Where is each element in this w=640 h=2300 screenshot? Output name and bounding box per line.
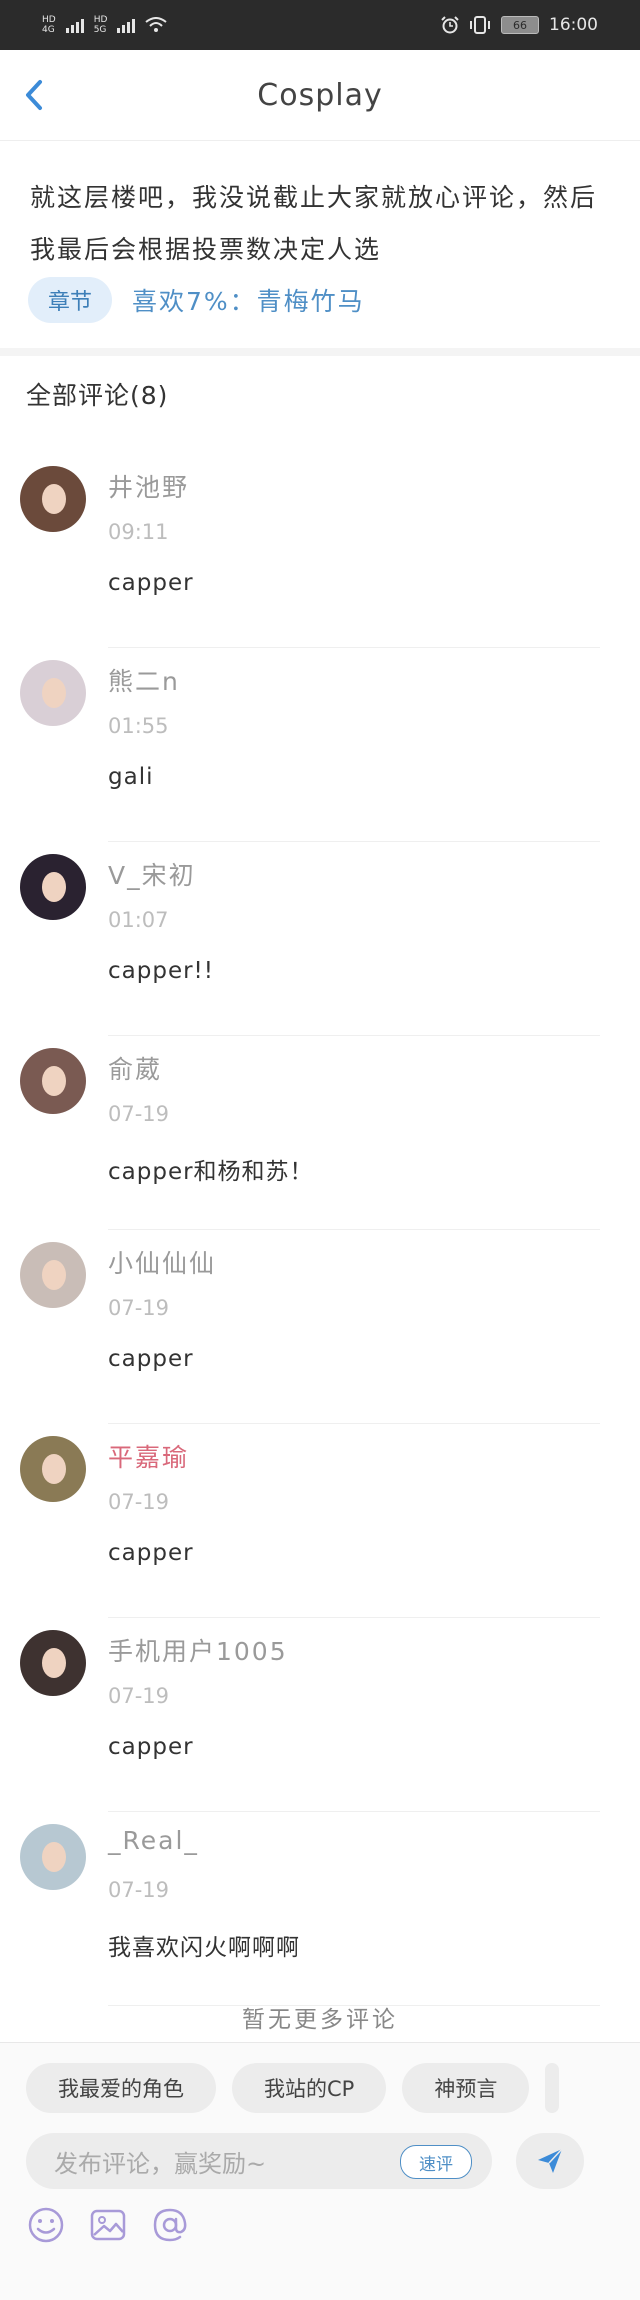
avatar-face (42, 872, 66, 902)
comments-header: 全部评论(8) (26, 381, 169, 410)
comment-username[interactable]: 小仙仙仙 (108, 1244, 216, 1280)
comment-content: capper和杨和苏！ (108, 1159, 314, 1185)
avatar-face (42, 1842, 66, 1872)
signal-icon (65, 17, 84, 33)
avatar-face (42, 678, 66, 708)
image-icon[interactable] (88, 2205, 128, 2245)
battery-icon: 66 (501, 16, 539, 34)
chapter-tag[interactable]: 章节 (28, 277, 112, 323)
page-title: Cosplay (257, 77, 383, 113)
comment-username[interactable]: 井池野 (108, 468, 189, 504)
quick-chip[interactable]: 我最爱的角色 (26, 2063, 216, 2113)
tag-row: 章节 喜欢7%：青梅竹马 (28, 277, 365, 323)
comment-input[interactable]: 发布评论，赢奖励~ 速评 (26, 2133, 492, 2189)
comment-time: 07-19 (108, 1878, 170, 1902)
comment-time: 07-19 (108, 1490, 170, 1514)
no-more-comments: 暂无更多评论 (242, 2007, 398, 2033)
chevron-left-icon (26, 80, 42, 110)
avatar[interactable] (20, 1824, 86, 1890)
comment-time: 01:55 (108, 714, 169, 738)
quick-chip[interactable]: 我站的CP (232, 2063, 387, 2113)
comment-time: 01:07 (108, 908, 169, 932)
sim1-label: HD 4G (42, 15, 56, 35)
quick-review-button[interactable]: 速评 (400, 2145, 472, 2179)
comment-time: 09:11 (108, 520, 169, 544)
sim2-label: HD 5G (94, 15, 108, 35)
signal-icon (117, 17, 136, 33)
comment-item: 小仙仙仙 07-19 capper (0, 1230, 640, 1424)
post-body: 就这层楼吧，我没说截止大家就放心评论，然后我最后会根据投票数决定人选 (30, 183, 598, 264)
status-bar: HD 4G HD 5G 66 16:00 (0, 0, 640, 50)
status-left: HD 4G HD 5G (42, 15, 168, 35)
nav-bar: Cosplay (0, 50, 640, 141)
avatar-face (42, 1260, 66, 1290)
comment-username[interactable]: V_宋初 (108, 856, 196, 892)
comment-composer: 我最爱的角色 我站的CP 神预言 发布评论，赢奖励~ 速评 (0, 2042, 640, 2300)
comment-item: 熊二n 01:55 gali (0, 648, 640, 842)
quick-chip-partial[interactable] (545, 2063, 560, 2113)
comment-username[interactable]: 熊二n (108, 662, 180, 698)
comment-content: capper (108, 1540, 194, 1566)
status-time: 16:00 (549, 15, 598, 35)
avatar[interactable] (20, 466, 86, 532)
avatar[interactable] (20, 1436, 86, 1502)
comment-content: capper (108, 570, 194, 596)
sim1-network: 4G (42, 25, 55, 35)
avatar-face (42, 1648, 66, 1678)
avatar[interactable] (20, 1630, 86, 1696)
comment-content: capper (108, 1734, 194, 1760)
back-button[interactable] (18, 74, 52, 116)
quick-chip-row: 我最爱的角色 我站的CP 神预言 (26, 2063, 560, 2113)
comment-item: 俞葳 07-19 capper和杨和苏！ (0, 1036, 640, 1230)
avatar[interactable] (20, 1242, 86, 1308)
avatar[interactable] (20, 854, 86, 920)
comment-username[interactable]: 手机用户1005 (108, 1632, 288, 1668)
like-link[interactable]: 喜欢7%：青梅竹马 (132, 282, 365, 318)
comment-item: 井池野 09:11 capper (0, 454, 640, 648)
comment-list: 井池野 09:11 capper 熊二n 01:55 gali V_宋初 01:… (0, 454, 640, 2006)
comment-username[interactable]: _Real_ (108, 1826, 199, 1855)
avatar-face (42, 484, 66, 514)
comment-time: 07-19 (108, 1296, 170, 1320)
avatar-face (42, 1454, 66, 1484)
avatar[interactable] (20, 660, 86, 726)
battery-level: 66 (513, 18, 527, 32)
comment-username[interactable]: 平嘉瑜 (108, 1438, 189, 1474)
comment-content: 我喜欢闪火啊啊啊 (108, 1935, 300, 1961)
comment-content: capper (108, 1346, 194, 1372)
sim2-hd: HD (93, 15, 108, 25)
section-divider (0, 348, 640, 356)
emoji-icon[interactable] (26, 2205, 66, 2245)
comment-item: V_宋初 01:07 capper!! (0, 842, 640, 1036)
alarm-icon (441, 16, 459, 34)
composer-toolbar (26, 2205, 190, 2245)
vibrate-icon (470, 16, 490, 34)
comment-time: 07-19 (108, 1102, 170, 1126)
comment-item: _Real_ 07-19 我喜欢闪火啊啊啊 (0, 1812, 640, 2006)
mention-icon[interactable] (150, 2205, 190, 2245)
status-right: 66 16:00 (441, 15, 598, 35)
quick-chip[interactable]: 神预言 (402, 2063, 530, 2113)
wifi-icon (145, 17, 168, 32)
comment-input-placeholder: 发布评论，赢奖励~ (54, 2149, 267, 2178)
send-icon (538, 2148, 563, 2173)
comment-item: 平嘉瑜 07-19 capper (0, 1424, 640, 1618)
avatar[interactable] (20, 1048, 86, 1114)
comment-content: capper!! (108, 958, 214, 984)
send-button[interactable] (516, 2133, 584, 2189)
avatar-face (42, 1066, 66, 1096)
comment-username[interactable]: 俞葳 (108, 1050, 162, 1086)
sim1-hd: HD (42, 15, 56, 25)
comment-content: gali (108, 764, 154, 790)
comment-item: 手机用户1005 07-19 capper (0, 1618, 640, 1812)
comment-time: 07-19 (108, 1684, 170, 1708)
sim2-network: 5G (93, 25, 107, 35)
